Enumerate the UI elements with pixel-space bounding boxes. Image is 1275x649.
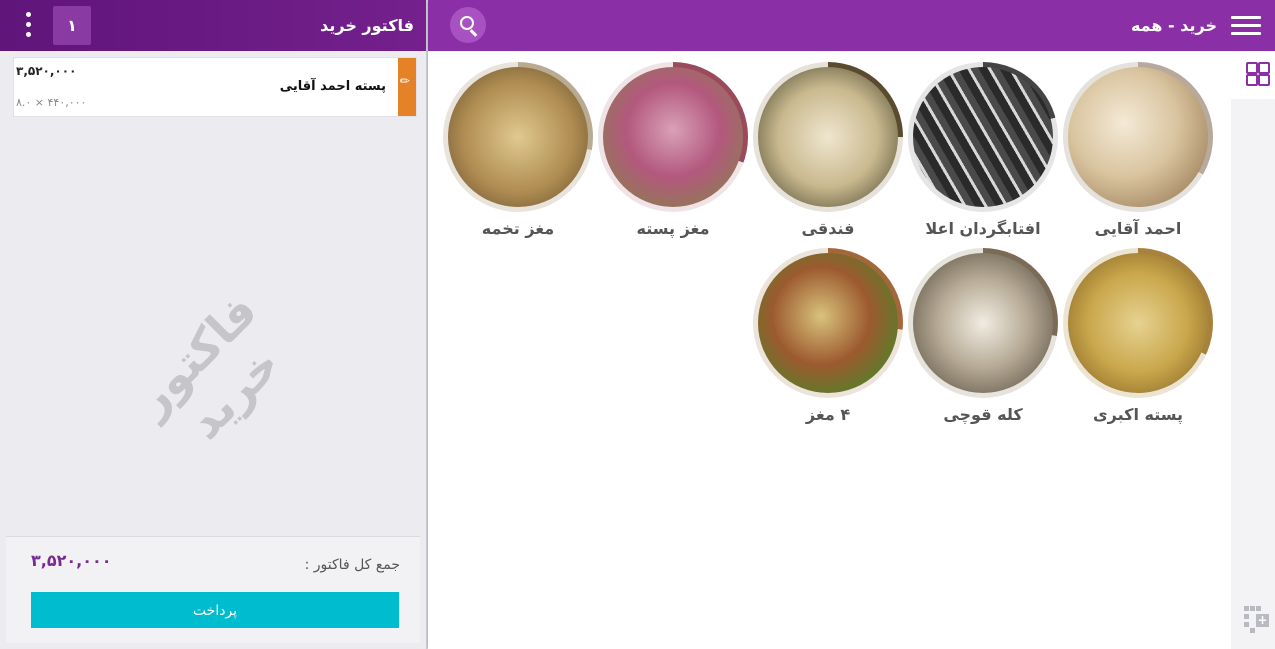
product-name: فندقی [801, 219, 855, 238]
product-photo [603, 67, 743, 207]
line-item-total: ۳,۵۲۰,۰۰۰ [16, 64, 77, 78]
product-card[interactable]: پسته اکبری [1063, 248, 1213, 428]
invoice-line-item[interactable]: ✎ پسته احمد آقایی ۳,۵۲۰,۰۰۰ ۸.۰ × ۴۴۰,۰۰… [13, 57, 417, 117]
pay-button[interactable]: پرداخت [31, 592, 399, 628]
invoice-total-label: جمع کل فاکتور : [304, 557, 400, 573]
search-icon[interactable] [450, 7, 486, 43]
product-card[interactable]: ۴ مغز [753, 248, 903, 428]
product-card[interactable]: مغز پسته [598, 62, 748, 242]
product-photo [913, 253, 1053, 393]
product-photo [758, 67, 898, 207]
invoice-header: ۱ فاکتور خرید [0, 0, 426, 51]
product-photo [758, 253, 898, 393]
product-card[interactable]: افتابگردان اعلا [908, 62, 1058, 242]
product-name: مغز تخمه [481, 219, 555, 238]
line-edit-handle[interactable]: ✎ [396, 58, 416, 116]
product-card[interactable]: مغز تخمه [443, 62, 593, 242]
product-card[interactable]: احمد آقایی [1063, 62, 1213, 242]
product-name: ۴ مغز [805, 405, 851, 424]
product-card[interactable]: فندقی [753, 62, 903, 242]
kebab-menu-icon[interactable] [18, 12, 38, 40]
add-grid-icon[interactable]: + [1244, 606, 1270, 638]
invoice-title: فاکتور خرید [320, 16, 414, 35]
product-photo [448, 67, 588, 207]
invoice-total-value: ۳,۵۲۰,۰۰۰ [31, 551, 112, 570]
product-card[interactable]: کله قوچی [908, 248, 1058, 428]
invoice-panel: ۱ فاکتور خرید ✎ پسته احمد آقایی ۳,۵۲۰,۰۰… [0, 0, 427, 649]
menu-icon[interactable] [1231, 16, 1261, 36]
invoice-watermark: فاکتور خرید [124, 283, 291, 450]
product-photo [1068, 67, 1208, 207]
item-count-badge[interactable]: ۱ [53, 6, 91, 45]
product-name: مغز پسته [636, 219, 710, 238]
product-name: کله قوچی [943, 405, 1023, 424]
invoice-footer: جمع کل فاکتور : ۳,۵۲۰,۰۰۰ پرداخت [6, 536, 420, 643]
catalog-header: خرید - همه [428, 0, 1275, 51]
product-name: پسته اکبری [1092, 405, 1184, 424]
side-toolbar [1231, 51, 1275, 649]
line-item-quantity-price: ۸.۰ × ۴۴۰,۰۰۰ [16, 96, 87, 109]
product-name: افتابگردان اعلا [925, 219, 1041, 238]
product-photo [1068, 253, 1208, 393]
edit-pencil-icon: ✎ [396, 72, 414, 90]
product-catalog: خرید - همه + احمد آقایی افتابگردان اعلا … [428, 0, 1275, 649]
line-item-name: پسته احمد آقایی [279, 79, 386, 94]
catalog-title: خرید - همه [1130, 16, 1217, 35]
product-name: احمد آقایی [1094, 219, 1182, 238]
product-photo [913, 67, 1053, 207]
grid-view-icon[interactable] [1246, 62, 1270, 86]
